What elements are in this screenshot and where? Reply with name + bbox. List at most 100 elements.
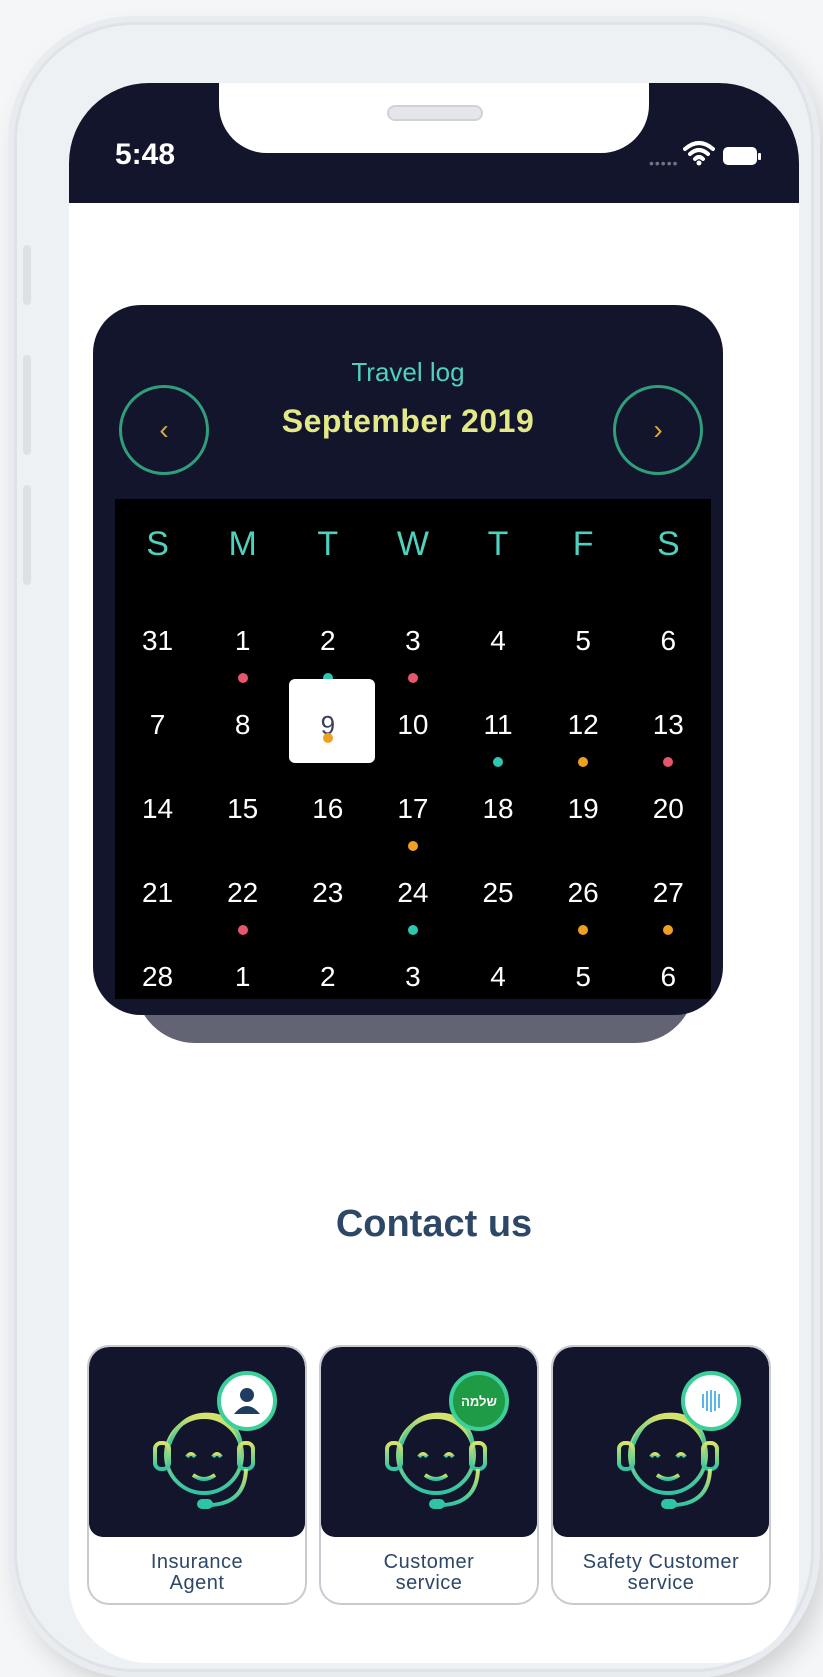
calendar-day[interactable]: 19 [541, 757, 626, 847]
calendar-day[interactable]: 4 [456, 925, 541, 1015]
phone-frame: 5:48 ••••• Travel log September 2019 ‹ › [14, 22, 814, 1672]
weekday-label: T [487, 525, 509, 563]
contact-label-line1: Safety Customer [582, 1551, 740, 1573]
calendar-day[interactable]: 2 [285, 589, 370, 683]
volume-up-button [23, 355, 31, 455]
calendar-day[interactable]: 3 [370, 589, 455, 683]
travel-log-calendar: Travel log September 2019 ‹ › S M T W T … [93, 305, 723, 1015]
calendar-day[interactable]: 8 [200, 673, 285, 763]
calendar-day-selected[interactable]: 9 [285, 673, 376, 763]
calendar-day-number: 23 [312, 877, 344, 908]
shalom-badge-icon: שלמה [449, 1371, 509, 1431]
calendar-day-number: 5 [575, 961, 591, 992]
calendar-day-number: 15 [227, 793, 259, 824]
calendar-day-number: 3 [405, 961, 421, 992]
calendar-day[interactable]: 31 [115, 589, 200, 679]
calendar-day[interactable]: 27 [626, 841, 711, 935]
next-month-button[interactable]: › [613, 385, 703, 475]
customer-service-card[interactable]: שלמה Customer service [319, 1345, 539, 1605]
weekday-label: T [317, 525, 339, 563]
calendar-subtitle: Travel log [351, 357, 465, 387]
calendar-week-row: 28 1 2 3 4 5 6 [115, 925, 711, 1015]
calendar-day[interactable]: 7 [115, 673, 200, 763]
weekday-label: S [146, 525, 169, 563]
contact-card-label: Customer service [321, 1552, 537, 1594]
contact-card-header: שלמה [321, 1347, 537, 1537]
calendar-day-number: 3 [405, 625, 421, 656]
calendar-day-number: 2 [320, 625, 336, 656]
calendar-week-row: 7 8 9 10 11 12 13 [115, 673, 711, 767]
calendar-day[interactable]: 3 [370, 925, 455, 1015]
calendar-day[interactable]: 25 [456, 841, 541, 931]
previous-month-button[interactable]: ‹ [119, 385, 209, 475]
contact-label-line1: Customer [383, 1551, 475, 1573]
calendar-day-number: 7 [149, 709, 166, 740]
calendar-day-number: 20 [652, 793, 684, 824]
calendar-day[interactable]: 5 [541, 589, 626, 679]
mute-switch [23, 245, 31, 305]
contact-label-line2: service [395, 1572, 463, 1594]
badge-text: שלמה [461, 1393, 497, 1409]
event-dot-orange [322, 733, 333, 743]
contact-label-line2: service [627, 1572, 695, 1594]
person-badge-icon [217, 1371, 277, 1431]
calendar-day-number: 1 [234, 961, 251, 992]
battery-icon [723, 147, 761, 165]
calendar-day[interactable]: 2 [285, 925, 370, 1015]
calendar-day-number: 18 [482, 793, 514, 824]
calendar-day-number: 31 [141, 625, 174, 656]
calendar-grid: S M T W T F S 31 1 2 3 4 5 6 7 8 9 10 11 12 13 14 15 16 1… [115, 499, 711, 999]
volume-down-button [23, 485, 31, 585]
calendar-day[interactable]: 10 [370, 673, 455, 763]
contact-card-header [89, 1347, 305, 1537]
calendar-day-number: 24 [397, 877, 429, 908]
calendar-day-number: 16 [312, 793, 344, 824]
calendar-day-number: 2 [320, 961, 336, 992]
calendar-day-number: 13 [652, 709, 684, 740]
calendar-day[interactable]: 22 [200, 841, 285, 935]
screen: 5:48 ••••• Travel log September 2019 ‹ › [69, 83, 799, 1663]
calendar-day[interactable]: 6 [626, 925, 711, 1015]
calendar-day[interactable]: 11 [456, 673, 541, 767]
calendar-day[interactable]: 1 [200, 589, 285, 683]
contact-card-label: Safety Customer service [553, 1552, 769, 1594]
status-bar: 5:48 ••••• [69, 83, 799, 203]
calendar-day[interactable]: 5 [541, 925, 626, 1015]
calendar-day[interactable]: 13 [626, 673, 711, 767]
calendar-day-number: 28 [141, 961, 174, 992]
calendar-day[interactable]: 16 [285, 757, 370, 847]
calendar-day[interactable]: 17 [370, 757, 455, 851]
calendar-day[interactable]: 1 [200, 925, 285, 1015]
calendar-day[interactable]: 23 [285, 841, 370, 931]
safety-customer-service-card[interactable]: Safety Customer service [551, 1345, 771, 1605]
calendar-day[interactable]: 21 [115, 841, 200, 931]
status-time: 5:48 [115, 138, 176, 171]
weekday-label: M [228, 525, 257, 563]
calendar-day[interactable]: 26 [541, 841, 626, 935]
calendar-week-row: 14 15 16 17 18 19 20 [115, 757, 711, 851]
calendar-day[interactable]: 4 [456, 589, 541, 679]
calendar-week-row: 21 22 23 24 25 26 27 [115, 841, 711, 935]
calendar-day-number: 26 [567, 877, 599, 908]
calendar-day[interactable]: 6 [626, 589, 711, 679]
weekday-header: S M T W T F S [115, 499, 711, 589]
contact-card-label: Insurance Agent [89, 1552, 305, 1594]
insurance-agent-card[interactable]: Insurance Agent [87, 1345, 307, 1605]
calendar-day[interactable]: 15 [200, 757, 285, 847]
calendar-day[interactable]: 24 [370, 841, 455, 935]
calendar-day[interactable]: 20 [626, 757, 711, 847]
weekday-label: S [656, 525, 680, 563]
calendar-day-number: 4 [490, 961, 506, 992]
calendar-day-number: 5 [575, 625, 591, 656]
calendar-day-number: 10 [397, 709, 429, 740]
fingerprint-badge-icon [681, 1371, 741, 1431]
calendar-week-row: 31 1 2 3 4 5 6 [115, 589, 711, 683]
calendar-day-number: 14 [141, 793, 174, 824]
calendar-day[interactable]: 12 [541, 673, 626, 767]
calendar-day[interactable]: 28 [115, 925, 200, 1015]
contact-card-header [553, 1347, 769, 1537]
calendar-day[interactable]: 18 [456, 757, 541, 847]
calendar-day-number: 1 [234, 625, 251, 656]
contact-label-line2: Agent [169, 1572, 225, 1594]
calendar-day[interactable]: 14 [115, 757, 200, 847]
